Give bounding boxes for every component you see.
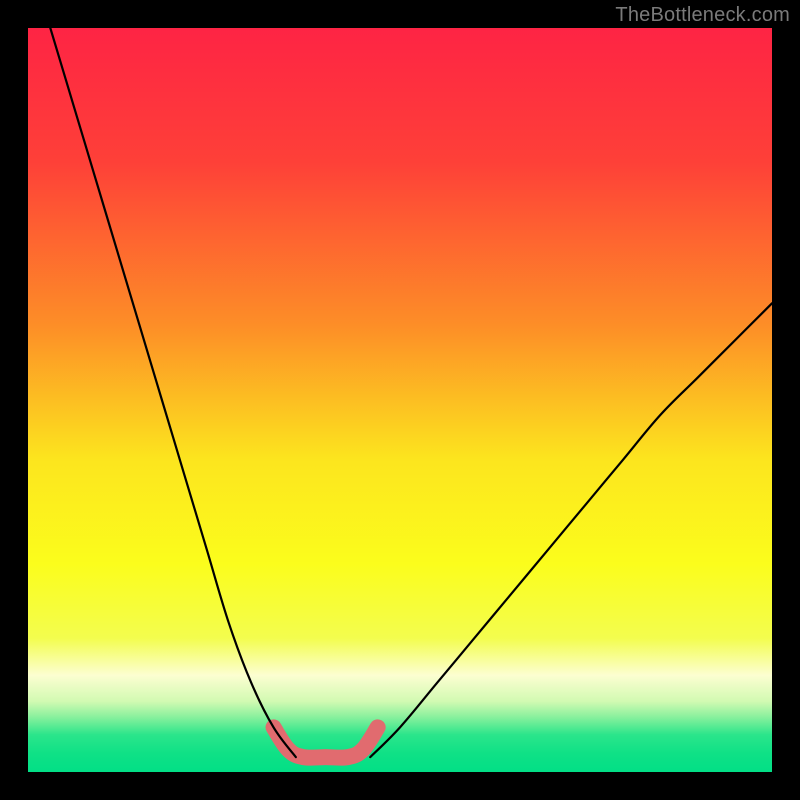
gradient-background bbox=[28, 28, 772, 772]
chart-container bbox=[28, 28, 772, 772]
bottleneck-chart bbox=[28, 28, 772, 772]
watermark-text: TheBottleneck.com bbox=[615, 4, 790, 27]
